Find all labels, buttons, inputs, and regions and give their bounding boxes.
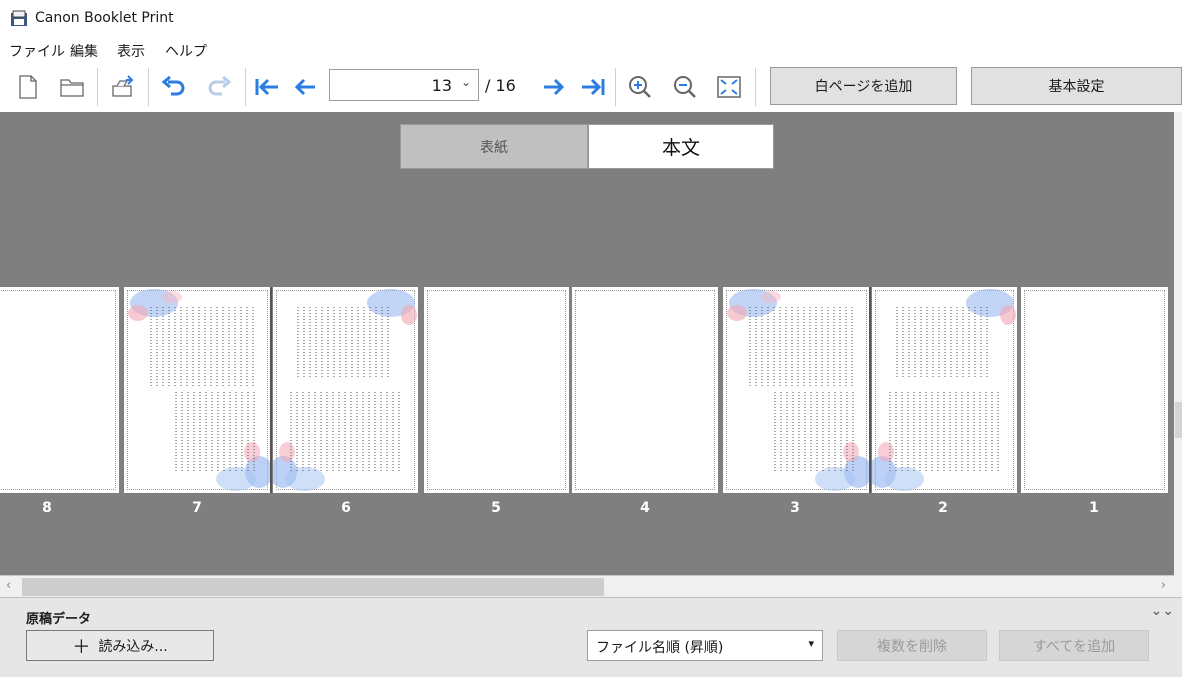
- menu-edit[interactable]: 編集: [70, 41, 98, 61]
- zoom-in-icon[interactable]: [624, 71, 656, 103]
- add-all-button[interactable]: すべてを追加: [999, 630, 1149, 661]
- chevron-down-icon: ⌄: [460, 75, 471, 89]
- load-label: 読み込み...: [98, 638, 168, 655]
- page-number-label: 5: [491, 500, 501, 516]
- first-page-icon[interactable]: [251, 71, 283, 103]
- page-4[interactable]: [572, 287, 718, 493]
- page-1[interactable]: [1021, 287, 1168, 493]
- app-icon: [11, 10, 27, 26]
- load-button[interactable]: ＋ 読み込み...: [26, 630, 214, 661]
- new-document-icon[interactable]: [12, 71, 44, 103]
- fit-to-window-icon[interactable]: [713, 71, 745, 103]
- page-3-content: [727, 289, 870, 491]
- scroll-right-icon[interactable]: ›: [1161, 578, 1166, 593]
- window-title: Canon Booklet Print: [35, 10, 174, 26]
- page-5[interactable]: [424, 287, 569, 493]
- print-icon[interactable]: [106, 71, 138, 103]
- undo-icon[interactable]: [158, 71, 190, 103]
- zoom-out-icon[interactable]: [669, 71, 701, 103]
- total-pages: / 16: [485, 76, 516, 95]
- horizontal-scrollbar[interactable]: ‹ ›: [0, 575, 1174, 597]
- toolbar: 13 ⌄ / 16 白ページを追加 基本設定: [0, 62, 1182, 112]
- tab-body[interactable]: 本文: [588, 124, 774, 169]
- menu-file[interactable]: ファイル: [9, 41, 65, 61]
- page-number-select[interactable]: 13 ⌄: [329, 69, 479, 101]
- menu-bar: ファイル 編集 表示 ヘルプ: [0, 38, 1182, 62]
- page-6[interactable]: [273, 287, 418, 493]
- page-number-label: 6: [341, 500, 351, 516]
- page-7-content: [128, 289, 271, 491]
- sort-value: ファイル名順 (昇順): [596, 640, 724, 656]
- delete-multiple-button[interactable]: 複数を削除: [837, 630, 987, 661]
- redo-icon[interactable]: [203, 71, 235, 103]
- panel-title: 原稿データ: [26, 612, 92, 627]
- preview-canvas: 表紙 本文 8 7 6 5 4 3 2 1: [0, 112, 1174, 575]
- source-data-panel: 原稿データ ⌄⌄ ＋ 読み込み... ファイル名順 (昇順) ▾ 複数を削除 す…: [0, 597, 1182, 677]
- vertical-scrollbar[interactable]: [1174, 112, 1182, 597]
- last-page-icon[interactable]: [577, 71, 609, 103]
- open-folder-icon[interactable]: [56, 71, 88, 103]
- menu-help[interactable]: ヘルプ: [165, 41, 207, 61]
- chevron-down-icon: ▾: [808, 637, 814, 650]
- page-number-label: 4: [640, 500, 650, 516]
- previous-page-icon[interactable]: [289, 71, 321, 103]
- next-page-icon[interactable]: [538, 71, 570, 103]
- scroll-left-icon[interactable]: ‹: [6, 578, 11, 593]
- page-number-label: 8: [42, 500, 52, 516]
- sort-order-select[interactable]: ファイル名順 (昇順) ▾: [587, 630, 823, 661]
- page-6-content: [273, 289, 417, 491]
- current-page-value: 13: [431, 76, 452, 95]
- page-2-content: [872, 289, 1016, 491]
- collapse-icon[interactable]: ⌄⌄: [1151, 603, 1174, 619]
- tab-cover[interactable]: 表紙: [400, 124, 588, 169]
- plus-icon: ＋: [72, 636, 91, 658]
- page-number-label: 7: [192, 500, 202, 516]
- menu-view[interactable]: 表示: [117, 41, 145, 61]
- title-bar: Canon Booklet Print: [0, 0, 1182, 38]
- page-number-label: 2: [938, 500, 948, 516]
- page-7[interactable]: [124, 287, 271, 493]
- page-2[interactable]: [872, 287, 1017, 493]
- page-number-label: 3: [790, 500, 800, 516]
- page-3[interactable]: [723, 287, 870, 493]
- basic-settings-button[interactable]: 基本設定: [971, 67, 1182, 105]
- add-blank-page-button[interactable]: 白ページを追加: [770, 67, 957, 105]
- page-number-label: 1: [1089, 500, 1099, 516]
- scrollbar-thumb[interactable]: [22, 578, 604, 596]
- page-8[interactable]: [0, 287, 119, 493]
